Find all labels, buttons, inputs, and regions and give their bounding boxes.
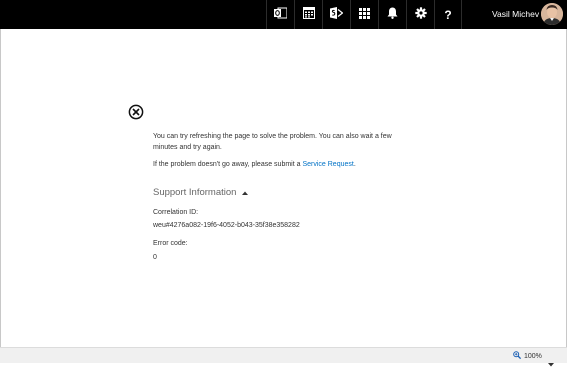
user-name[interactable]: Vasil Michev <box>492 9 539 19</box>
zoom-dropdown-icon[interactable] <box>548 354 554 372</box>
correlation-id-value: weu#4276a082-19f6-4052-b043-35f38e358282 <box>153 222 300 229</box>
app-launcher-button[interactable] <box>350 0 378 29</box>
support-heading: Support Information <box>153 187 237 198</box>
sharepoint-icon <box>330 6 344 24</box>
status-bar: 100% <box>0 347 567 367</box>
zoom-icon <box>513 351 522 361</box>
error-code-label: Error code: <box>153 240 188 247</box>
outlook-button[interactable] <box>266 0 294 29</box>
app-icons: ? <box>266 0 462 29</box>
support-information-toggle[interactable]: Support Information <box>153 187 249 198</box>
outlook-icon <box>274 6 288 24</box>
caret-up-icon <box>242 187 249 198</box>
help-button[interactable]: ? <box>434 0 462 29</box>
error-icon <box>128 104 144 120</box>
service-request-link[interactable]: Service Request <box>302 161 353 168</box>
error-code-value: 0 <box>153 254 157 261</box>
calendar-button[interactable] <box>294 0 322 29</box>
zoom-control[interactable]: 100% <box>513 351 542 361</box>
bell-icon <box>387 6 398 24</box>
sharepoint-button[interactable] <box>322 0 350 29</box>
calendar-icon <box>302 6 315 24</box>
notifications-button[interactable] <box>378 0 406 29</box>
help-icon: ? <box>444 7 452 22</box>
error-message: You can try refreshing the page to solve… <box>153 133 392 151</box>
top-navigation-bar: ? Vasil Michev <box>0 0 567 29</box>
window-frame <box>0 0 567 363</box>
avatar[interactable] <box>541 3 563 25</box>
settings-button[interactable] <box>406 0 434 29</box>
app-launcher-icon <box>359 6 370 24</box>
message-prefix: If the problem doesn't go away, please s… <box>153 161 303 168</box>
gear-icon <box>414 6 427 24</box>
correlation-id-label: Correlation ID: <box>153 209 199 216</box>
service-request-message: If the problem doesn't go away, please s… <box>153 159 413 170</box>
zoom-level: 100% <box>524 352 542 360</box>
message-suffix: . <box>353 161 356 168</box>
